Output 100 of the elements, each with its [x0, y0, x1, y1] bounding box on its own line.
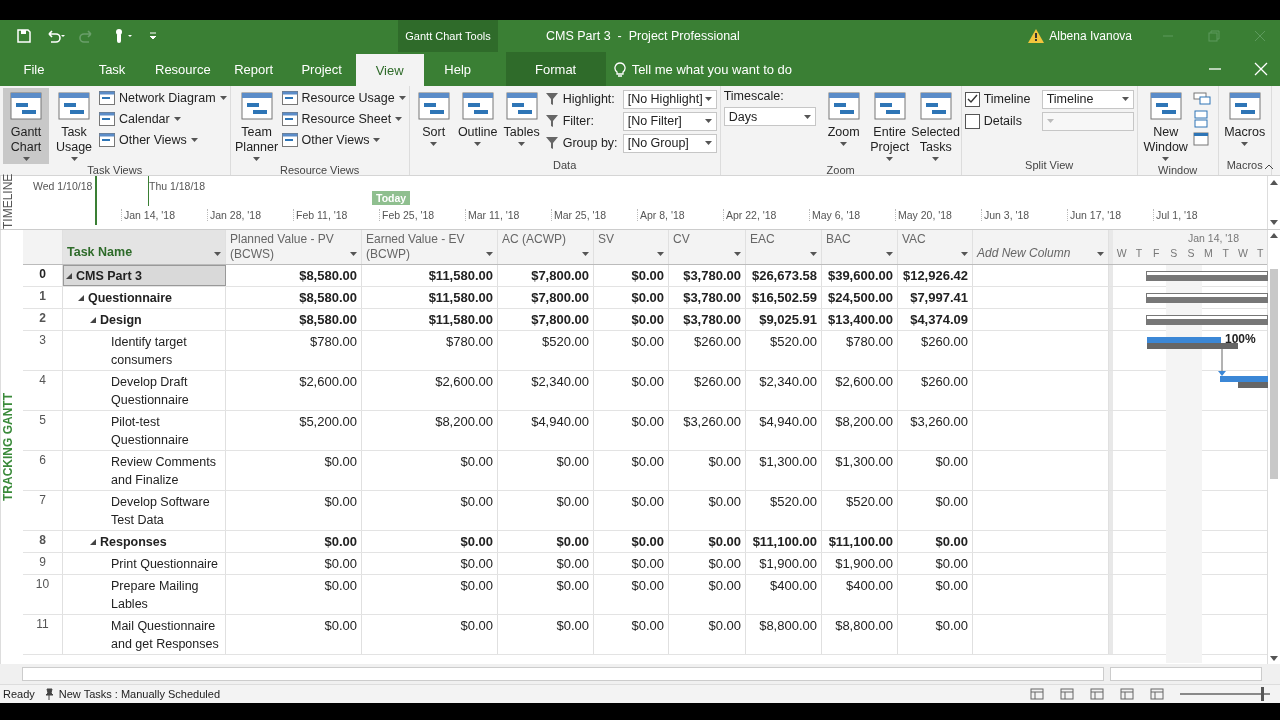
- column-header[interactable]: BAC: [822, 230, 898, 264]
- task-name-cell[interactable]: CMS Part 3: [63, 265, 226, 286]
- view-menu-button[interactable]: Other Views: [281, 131, 406, 149]
- day-label: W: [1237, 247, 1249, 259]
- ribbon-tab[interactable]: Resource: [146, 53, 220, 86]
- horizontal-scrollbar[interactable]: [1110, 667, 1262, 681]
- dropdown-field[interactable]: [1041, 111, 1134, 131]
- user-name[interactable]: Albena Ivanova: [1049, 29, 1132, 43]
- collapse-ribbon-icon[interactable]: [1264, 164, 1274, 170]
- day-label: W: [1115, 247, 1128, 259]
- ribbon-button[interactable]: Entire Project: [867, 88, 912, 164]
- table-cell: $2,340.00: [746, 371, 822, 410]
- task-name-cell[interactable]: Identify target consumers: [63, 331, 226, 370]
- task-name-cell[interactable]: Develop Draft Questionnaire: [63, 371, 226, 410]
- view-shortcut-icon[interactable]: [1030, 688, 1044, 700]
- scroll-down-icon[interactable]: [1270, 656, 1278, 661]
- filter-icon: [544, 136, 559, 150]
- task-name-cell[interactable]: Pilot-test Questionnaire: [63, 411, 226, 450]
- touch-icon[interactable]: [113, 28, 135, 44]
- ribbon-button[interactable]: Selected Tasks: [913, 88, 958, 164]
- table-cell: $0.00: [226, 451, 362, 490]
- ribbon-button[interactable]: Outline: [456, 88, 499, 159]
- ribbon-button[interactable]: Sort: [412, 88, 455, 159]
- dropdown-field[interactable]: [No Highlight]: [622, 89, 717, 109]
- table-cell: $0.00: [498, 531, 594, 552]
- scroll-down-icon[interactable]: [1270, 220, 1278, 225]
- scrollbar-thumb[interactable]: [1270, 269, 1278, 479]
- task-name-cell[interactable]: Print Questionnaire: [63, 553, 226, 574]
- ribbon-tab[interactable]: File: [0, 53, 68, 86]
- save-icon[interactable]: [17, 29, 31, 43]
- ribbon-button[interactable]: Macros: [1221, 88, 1268, 159]
- task-name-cell[interactable]: Prepare Mailing Lables: [63, 575, 226, 614]
- scroll-up-icon[interactable]: [1270, 180, 1278, 185]
- checkbox-label: Timeline: [983, 92, 1032, 106]
- ribbon-button[interactable]: Team Planner: [233, 88, 280, 164]
- view-menu-button[interactable]: Resource Sheet: [281, 110, 406, 128]
- dropdown-field[interactable]: [No Group]: [622, 133, 717, 153]
- day-label: S: [1169, 247, 1179, 259]
- table-cell: $2,600.00: [226, 371, 362, 410]
- status-text[interactable]: New Tasks : Manually Scheduled: [58, 688, 220, 700]
- task-name-cell[interactable]: Mail Questionnaire and get Responses: [63, 615, 226, 654]
- ribbon-button[interactable]: Tables: [500, 88, 543, 159]
- caret-icon: [350, 252, 357, 256]
- column-header[interactable]: CV: [669, 230, 746, 264]
- task-name-cell[interactable]: Questionnaire: [63, 287, 226, 308]
- percent-label: 100%: [1225, 332, 1256, 346]
- task-name-cell[interactable]: Design: [63, 309, 226, 330]
- undo-icon[interactable]: [45, 29, 65, 43]
- view-menu-button[interactable]: Network Diagram: [99, 89, 227, 107]
- field-label: Group by:: [562, 136, 619, 150]
- dropdown-field[interactable]: Timeline: [1041, 89, 1134, 109]
- table-cell: $520.00: [746, 331, 822, 370]
- outline-toggle-icon[interactable]: [77, 294, 85, 302]
- column-header[interactable]: Task Name: [63, 230, 226, 264]
- column-header[interactable]: VAC: [898, 230, 973, 264]
- outline-toggle-icon[interactable]: [65, 272, 73, 280]
- column-header[interactable]: Earned Value - EV (BCWP): [362, 230, 498, 264]
- caret-icon: [1241, 142, 1249, 146]
- table-cell: $780.00: [822, 331, 898, 370]
- table-cell: $0.00: [594, 615, 669, 654]
- checkbox[interactable]: [964, 113, 980, 129]
- column-header[interactable]: EAC: [746, 230, 822, 264]
- window-icon[interactable]: [1192, 110, 1209, 128]
- field-label: Highlight:: [562, 92, 616, 106]
- view-menu-button[interactable]: Other Views: [99, 131, 227, 149]
- task-name-cell[interactable]: Review Comments and Finalize: [63, 451, 226, 490]
- view-menu-button[interactable]: Resource Usage: [281, 89, 406, 107]
- view-shortcut-icon[interactable]: [1060, 688, 1074, 700]
- view-shortcut-icon[interactable]: [1120, 688, 1134, 700]
- ribbon-tab[interactable]: Project: [287, 53, 356, 86]
- ribbon-button[interactable]: Gantt Chart: [3, 88, 49, 164]
- day-label: M: [1202, 247, 1214, 259]
- ribbon-tab[interactable]: Report: [219, 53, 288, 86]
- ribbon-button[interactable]: Task Usage: [51, 88, 97, 164]
- task-name-cell[interactable]: Responses: [63, 531, 226, 552]
- task-name-cell[interactable]: Develop Software Test Data: [63, 491, 226, 530]
- horizontal-scrollbar[interactable]: [22, 667, 1104, 681]
- scroll-up-icon[interactable]: [1270, 233, 1278, 238]
- column-header[interactable]: AC (ACWP): [498, 230, 594, 264]
- outline-toggle-icon[interactable]: [89, 538, 97, 546]
- customize-icon[interactable]: [149, 31, 157, 41]
- dropdown-field[interactable]: [No Filter]: [622, 111, 717, 131]
- ribbon-button[interactable]: Zoom: [821, 88, 866, 164]
- zoom-slider-thumb[interactable]: [1260, 687, 1264, 701]
- checkbox[interactable]: [964, 91, 980, 107]
- ribbon-tab[interactable]: Help: [423, 53, 492, 86]
- timescale-dropdown[interactable]: Days: [723, 107, 816, 126]
- table-cell: $4,374.09: [898, 309, 973, 330]
- ribbon-tab[interactable]: Task: [78, 53, 146, 86]
- ribbon-tab[interactable]: View: [355, 54, 424, 86]
- view-shortcut-icon[interactable]: [1150, 688, 1164, 700]
- caret-icon: [253, 157, 261, 161]
- column-header[interactable]: Planned Value - PV (BCWS): [226, 230, 362, 264]
- ribbon-button[interactable]: New Window: [1140, 88, 1191, 164]
- tell-me-field[interactable]: Tell me what you want to do: [613, 53, 793, 86]
- view-menu-button[interactable]: Calendar: [99, 110, 227, 128]
- view-shortcut-icon[interactable]: [1090, 688, 1104, 700]
- ribbon-tab[interactable]: Format: [505, 52, 606, 86]
- outline-toggle-icon[interactable]: [89, 316, 97, 324]
- column-header[interactable]: SV: [594, 230, 669, 264]
